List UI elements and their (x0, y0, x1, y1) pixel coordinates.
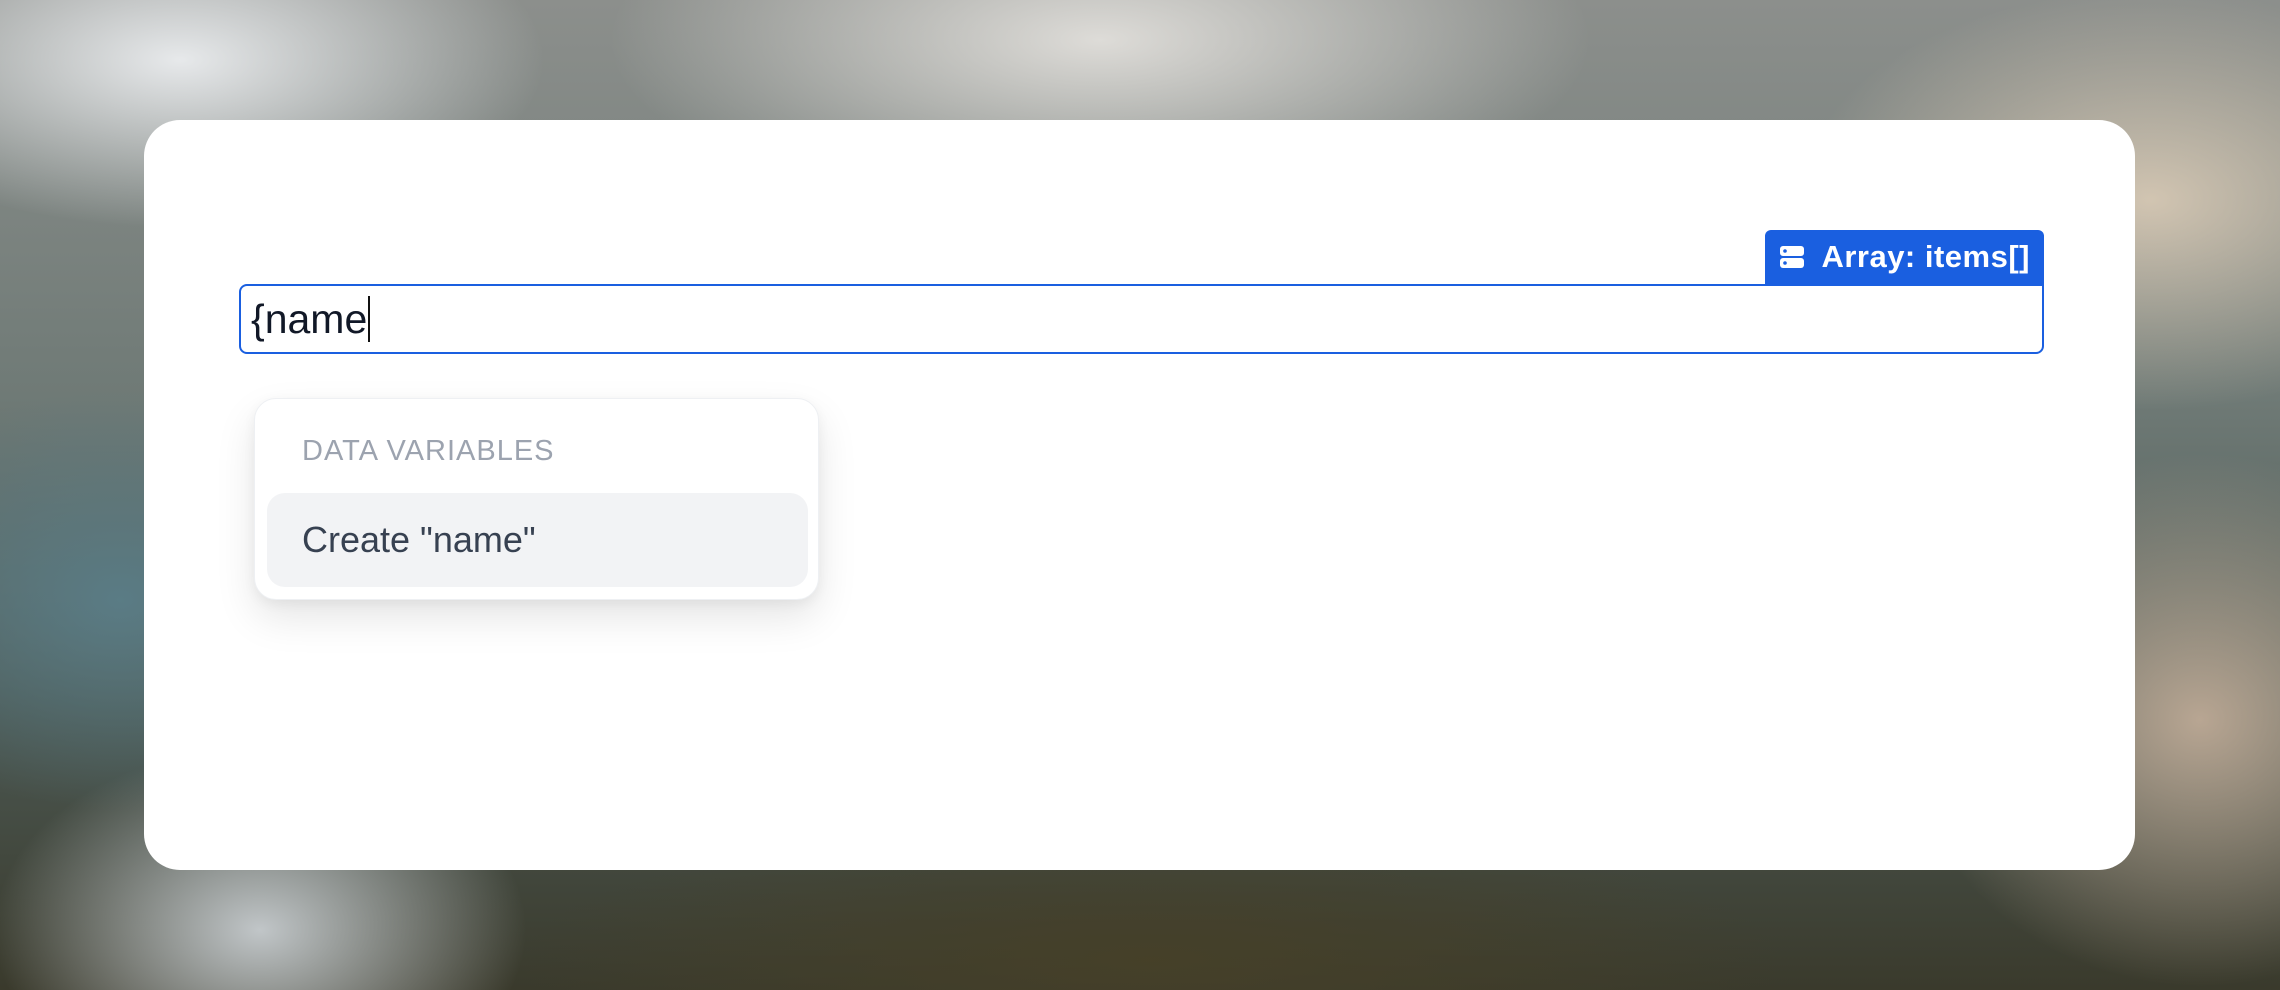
variable-input-text: {name (251, 295, 368, 342)
editor-card: Array: items[] {name DATA VARIABLES Crea… (144, 120, 2135, 870)
dropdown-section-heading: DATA VARIABLES (302, 435, 555, 467)
variable-field-wrapper: Array: items[] {name (239, 230, 2044, 354)
array-scope-label: Array: items[] (1821, 239, 2030, 274)
variable-input[interactable]: {name (239, 284, 2044, 354)
variable-suggestions-dropdown: DATA VARIABLES Create "name" (254, 398, 819, 600)
database-icon (1779, 244, 1805, 270)
text-caret (368, 296, 371, 342)
create-variable-option[interactable]: Create "name" (267, 493, 808, 587)
array-scope-badge: Array: items[] (1765, 230, 2044, 284)
